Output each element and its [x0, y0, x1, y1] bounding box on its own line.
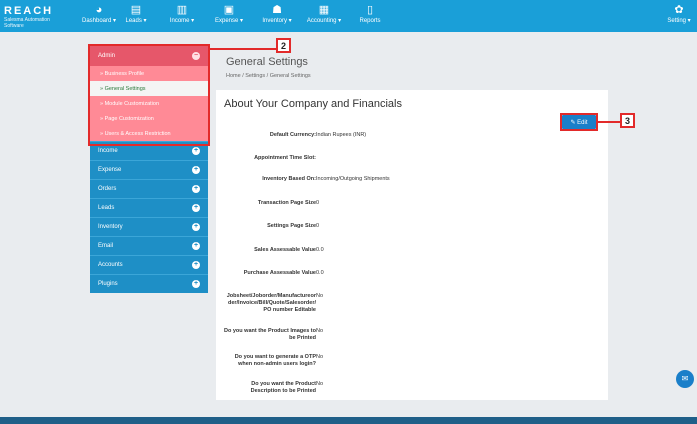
- callout-2-connector: [210, 48, 276, 50]
- field-label: Settings Page Size: [267, 223, 316, 229]
- field-label: Do you want to generate a OTP when non-a…: [234, 354, 316, 367]
- sidebar-item-email[interactable]: Email +: [90, 236, 208, 255]
- edit-highlight-box: [560, 113, 598, 131]
- field-label: Inventory Based On:: [262, 176, 316, 182]
- field-value: Indian Rupees (INR): [316, 132, 367, 138]
- logo-subtitle: Salesma Automation Software: [4, 17, 50, 29]
- sidebar-item-label: Income: [98, 148, 118, 154]
- field-label: Jobsheet/Joborder/Manufactureor der/Invo…: [226, 293, 316, 313]
- nav-label: Inventory ▾: [262, 18, 292, 24]
- sidebar-item-label: Accounts: [98, 262, 123, 268]
- panel-title: About Your Company and Financials: [224, 98, 402, 110]
- nav-expense[interactable]: ▣ Expense ▾: [212, 3, 246, 29]
- field-value: 0: [316, 200, 320, 206]
- nav-dashboard[interactable]: ◕ Dashboard ▾: [82, 3, 116, 29]
- sidebar-item-label: Email: [98, 243, 114, 249]
- callout-3-connector: [598, 121, 620, 123]
- nav-reports[interactable]: ▯ Reports: [356, 3, 384, 29]
- nav-label: Reports: [359, 18, 381, 24]
- expand-icon: +: [192, 261, 200, 269]
- nav-income[interactable]: ▥ Income ▾: [166, 3, 198, 29]
- nav-inventory[interactable]: ☗ Inventory ▾: [258, 3, 296, 29]
- nav-label: Income ▾: [169, 18, 195, 24]
- sidebar-item-accounts[interactable]: Accounts +: [90, 255, 208, 274]
- monitor-icon: ▤: [130, 4, 142, 16]
- field-label: Purchase Assessable Value: [243, 270, 316, 276]
- expand-icon: +: [192, 147, 200, 155]
- field-value: 0.0: [316, 247, 324, 253]
- sidebar-item-orders[interactable]: Orders +: [90, 179, 208, 198]
- callout-3-badge: 3: [620, 113, 635, 128]
- nav-label: Setting ▾: [667, 18, 691, 24]
- field-label: Appointment Time Slot:: [254, 155, 316, 161]
- palette-icon: ◕: [95, 4, 103, 16]
- sidebar-item-label: Expense: [98, 167, 122, 173]
- sidebar-item-plugins[interactable]: Plugins +: [90, 274, 208, 293]
- field-label: Default Currency:: [269, 132, 316, 138]
- top-navbar: REACH Salesma Automation Software ◕ Dash…: [0, 0, 697, 32]
- logo-text: REACH: [4, 5, 54, 17]
- chat-icon[interactable]: ✉: [676, 370, 694, 388]
- field-value: Incoming/Outgoing Shipments: [316, 176, 390, 182]
- page-title: General Settings: [226, 56, 308, 68]
- field-label: Transaction Page Size: [257, 200, 316, 206]
- document-icon: ▯: [366, 4, 374, 16]
- cubes-icon: ☗: [272, 4, 282, 16]
- field-value: No: [316, 328, 324, 334]
- field-value: No: [316, 354, 324, 360]
- nav-label: Dashboard ▾: [82, 18, 117, 24]
- app-logo[interactable]: REACH Salesma Automation Software: [4, 5, 64, 29]
- admin-highlight-box: [88, 44, 210, 146]
- bottom-bar: [0, 417, 697, 424]
- nav-setting[interactable]: ✿ Setting ▾: [664, 3, 694, 29]
- expand-icon: +: [192, 185, 200, 193]
- sidebar-item-label: Inventory: [98, 224, 123, 230]
- expand-icon: +: [192, 166, 200, 174]
- expand-icon: +: [192, 223, 200, 231]
- field-value: 0: [316, 223, 320, 229]
- field-value: No: [316, 293, 324, 299]
- breadcrumb[interactable]: Home / Settings / General Settings: [226, 73, 311, 79]
- bar-chart-icon: ▥: [176, 4, 188, 16]
- nav-accounting[interactable]: ▦ Accounting ▾: [304, 3, 344, 29]
- settings-panel: About Your Company and Financials ✎ Edit…: [216, 90, 608, 400]
- expand-icon: +: [192, 242, 200, 250]
- nav-label: Leads ▾: [125, 18, 147, 24]
- field-label: Sales Assessable Value: [254, 247, 316, 253]
- nav-label: Accounting ▾: [306, 18, 342, 24]
- sidebar-item-label: Orders: [98, 186, 117, 192]
- sidebar-item-expense[interactable]: Expense +: [90, 160, 208, 179]
- field-value: 0.0: [316, 270, 324, 276]
- nav-leads[interactable]: ▤ Leads ▾: [122, 3, 150, 29]
- sidebar-item-label: Plugins: [98, 281, 118, 287]
- expand-icon: +: [192, 280, 200, 288]
- nav-label: Expense ▾: [214, 18, 244, 24]
- sidebar-item-inventory[interactable]: Inventory +: [90, 217, 208, 236]
- gear-icon: ✿: [674, 4, 684, 16]
- sidebar-item-label: Leads: [98, 205, 115, 211]
- field-value: No: [316, 381, 324, 387]
- sidebar-item-leads[interactable]: Leads +: [90, 198, 208, 217]
- calculator-icon: ▦: [318, 4, 330, 16]
- field-label: Do you want the Product Description to b…: [250, 381, 316, 394]
- callout-2-badge: 2: [276, 38, 291, 53]
- field-label: Do you want the Product Images to be Pri…: [224, 328, 316, 341]
- money-icon: ▣: [223, 4, 235, 16]
- expand-icon: +: [192, 204, 200, 212]
